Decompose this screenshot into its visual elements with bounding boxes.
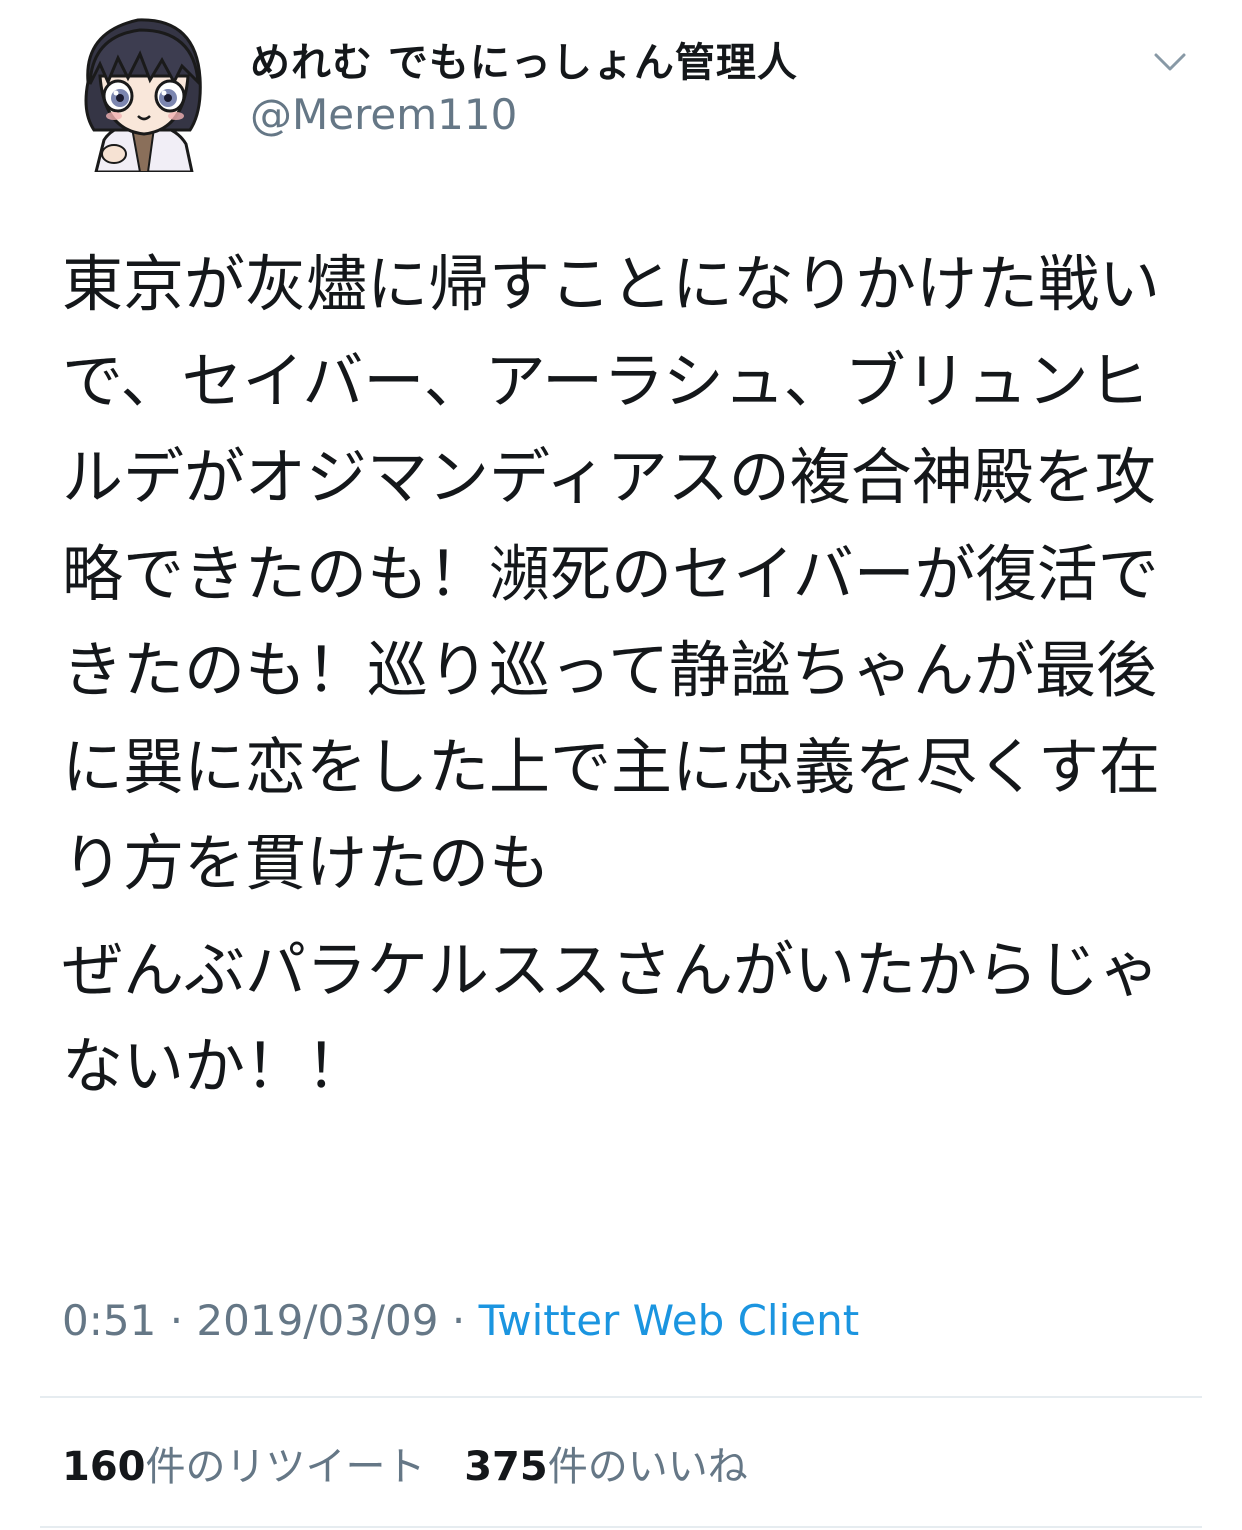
tweet-source-link[interactable]: Twitter Web Client — [479, 1296, 860, 1345]
tweet-stats: 160件のリツイート 375件のいいね — [62, 1434, 748, 1492]
tweet-meta: 0:51 · 2019/03/09 · Twitter Web Client — [62, 1296, 859, 1345]
tweet-text: 東京が灰燼に帰すことになりかけた戦いで、セイバー、アーラシュ、ブリュンヒルデがオ… — [62, 237, 1192, 1116]
likes-count: 375 — [464, 1444, 548, 1490]
chevron-down-icon — [1154, 53, 1186, 71]
retweets-stat[interactable]: 160件のリツイート — [62, 1444, 426, 1490]
anime-avatar-icon — [84, 18, 202, 174]
tweet-paragraph: ぜんぶパラケルススさんがいたからじゃないか！！ — [62, 934, 1161, 1103]
likes-label: 件のいいね — [547, 1444, 748, 1490]
divider — [40, 1396, 1202, 1398]
display-name[interactable]: めれむ でもにっしょん管理人 — [250, 30, 798, 88]
likes-stat[interactable]: 375件のいいね — [464, 1444, 748, 1490]
more-options-button[interactable] — [1152, 48, 1188, 76]
meta-separator: · — [169, 1296, 184, 1345]
divider — [40, 1526, 1202, 1528]
tweet-date[interactable]: 2019/03/09 — [196, 1296, 438, 1345]
user-handle[interactable]: @Merem110 — [250, 90, 517, 139]
retweets-label: 件のリツイート — [145, 1444, 426, 1490]
tweet-paragraph: 東京が灰燼に帰すことになりかけた戦いで、セイバー、アーラシュ、ブリュンヒルデがオ… — [62, 249, 1161, 899]
tweet-time[interactable]: 0:51 — [62, 1296, 156, 1345]
meta-separator: · — [451, 1296, 466, 1345]
avatar[interactable] — [74, 12, 210, 174]
retweets-count: 160 — [62, 1444, 146, 1490]
